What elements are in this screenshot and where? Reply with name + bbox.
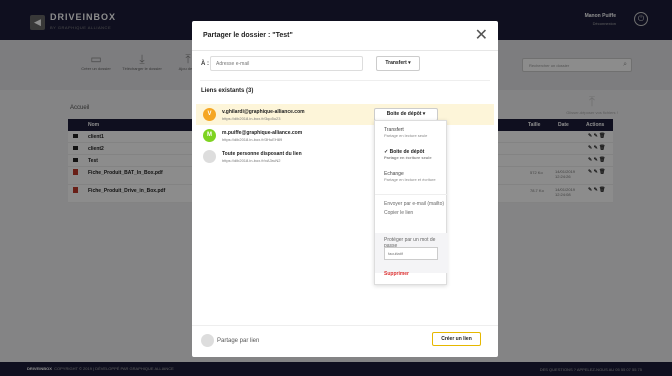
divider [375, 194, 448, 195]
toggle-icon[interactable] [201, 334, 214, 347]
link-email: v.ghilardi@graphique-alliance.com [222, 109, 305, 115]
existing-links-title: Liens existants (3) [201, 88, 254, 94]
avatar [203, 150, 216, 163]
avatar: M [203, 129, 216, 142]
copy-link-item[interactable]: Copier le lien [384, 210, 413, 216]
email-input[interactable] [210, 56, 363, 71]
dialog-title: Partager le dossier : "Test" [203, 32, 293, 39]
option-boite-de-depot[interactable]: ✓ Boite de dépôt Partage en écriture seu… [384, 149, 432, 161]
send-email-item[interactable]: Envoyer par e-mail (mailto) [384, 201, 444, 207]
link-email: m.puiffe@graphique-alliance.com [222, 130, 303, 136]
password-input[interactable] [384, 247, 438, 260]
link-url: https://dib2018.in-box.fr/3HuEH89 [222, 137, 283, 142]
to-label: À : [201, 61, 209, 67]
transfer-mode-button[interactable]: Transfert ▾ [376, 56, 420, 71]
link-item[interactable]: V v.ghilardi@graphique-alliance.com http… [196, 104, 494, 125]
permission-dropdown-menu: Transfert Partage en lecture seule ✓ Boi… [374, 120, 448, 285]
link-item[interactable]: M m.puiffe@graphique-alliance.com https:… [196, 125, 494, 146]
divider [192, 325, 498, 326]
share-by-link-toggle[interactable]: Partage par lien [201, 334, 259, 347]
option-echange[interactable]: Echange Partage en lecture et écriture [384, 171, 436, 183]
divider [200, 80, 490, 81]
option-transfert[interactable]: Transfert Partage en lecture seule [384, 127, 427, 139]
avatar: V [203, 108, 216, 121]
close-icon[interactable]: ✕ [475, 25, 488, 45]
link-url: https://dib2018.in-box.fr/xA3ruN2 [222, 158, 281, 163]
share-folder-dialog: Partager le dossier : "Test" ✕ À : Trans… [192, 21, 498, 357]
dialog-header: Partager le dossier : "Test" ✕ [192, 21, 498, 51]
link-item[interactable]: Toute personne disposant du lien https:/… [196, 146, 494, 167]
delete-link-item[interactable]: Supprimer [384, 271, 409, 277]
link-public-label: Toute personne disposant du lien [222, 151, 302, 157]
create-link-button[interactable]: Créer un lien [432, 332, 481, 346]
link-url: https://dib2018.in-box.fr/3qo5u23 [222, 116, 281, 121]
